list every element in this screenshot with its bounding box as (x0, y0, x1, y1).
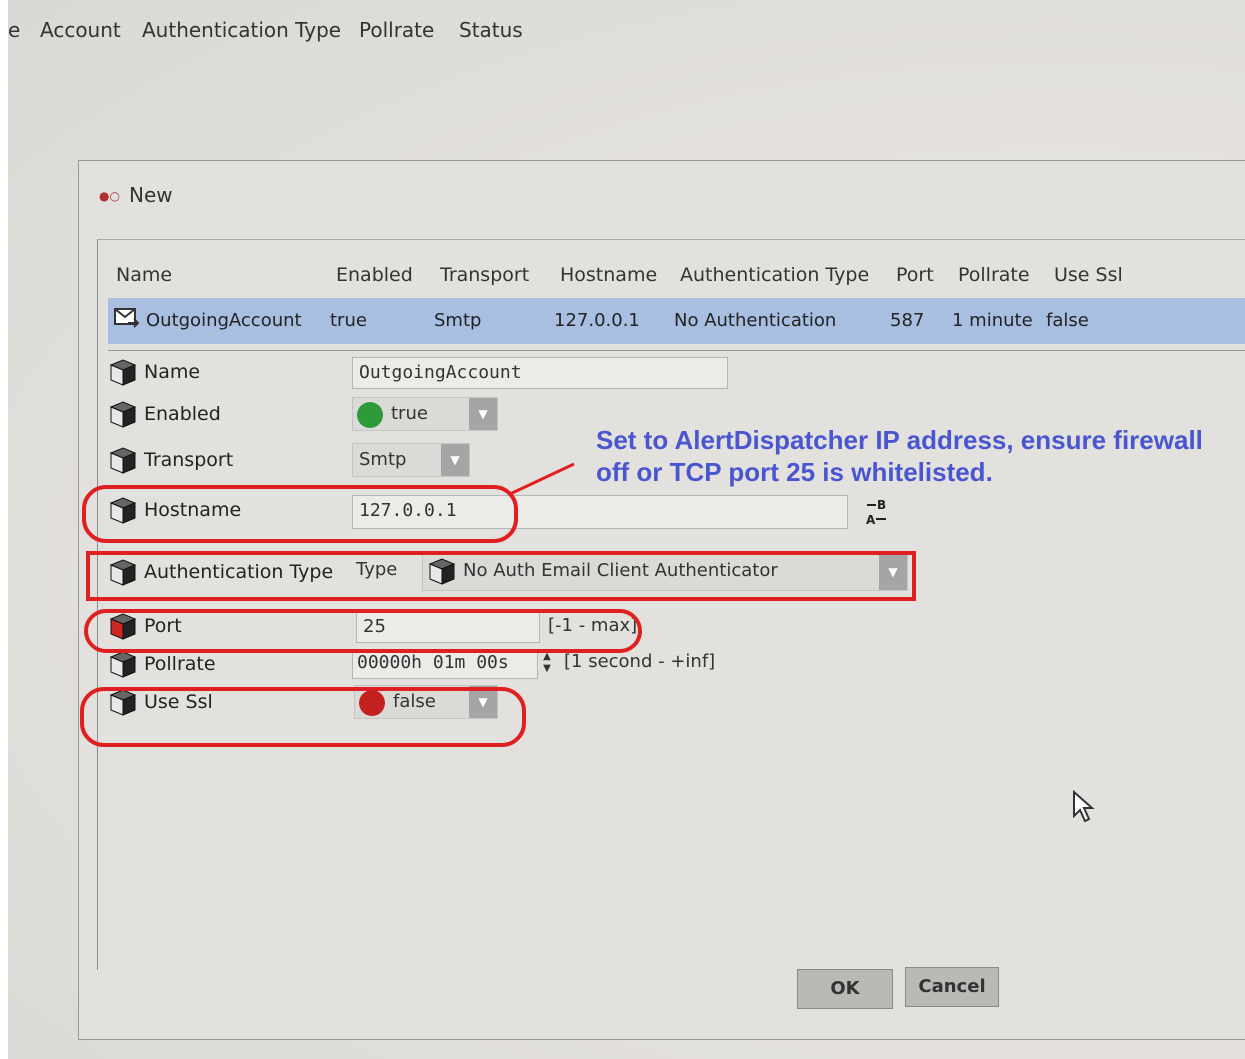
header-enabled[interactable]: Enabled (336, 264, 413, 286)
annotation-note: Set to AlertDispatcher IP address, ensur… (596, 424, 1203, 488)
header-use-ssl[interactable]: Use Ssl (1054, 264, 1123, 286)
cube-icon (109, 651, 137, 678)
table-row[interactable]: OutgoingAccount true Smtp 127.0.0.1 No A… (108, 298, 1245, 344)
status-green-icon (357, 402, 383, 428)
cancel-button[interactable]: Cancel (905, 967, 999, 1007)
dialog-icon: ●○ (99, 189, 120, 203)
column-header[interactable]: e (8, 18, 20, 42)
highlight-port (84, 609, 642, 653)
enabled-value: true (391, 403, 428, 424)
pollrate-range: [1 second - +inf] (564, 651, 716, 672)
header-name[interactable]: Name (116, 264, 172, 286)
highlight-authentication-type (86, 551, 916, 601)
dialog-title: New (129, 183, 173, 207)
chevron-down-icon[interactable]: ▼ (441, 444, 469, 476)
pollrate-input[interactable]: 00000h 01m 00s (352, 649, 538, 679)
mouse-cursor-icon (1073, 790, 1095, 823)
cell-pollrate: 1 minute (952, 310, 1033, 331)
prop-label: Pollrate (144, 653, 216, 675)
cell-use-ssl: false (1046, 310, 1089, 331)
header-transport[interactable]: Transport (440, 264, 529, 286)
cell-transport: Smtp (434, 310, 482, 331)
cube-icon (109, 359, 137, 386)
column-header-pollrate[interactable]: Pollrate (359, 18, 434, 42)
prop-label: Name (144, 361, 201, 383)
cell-port: 587 (890, 310, 925, 331)
chevron-down-icon[interactable]: ▼ (469, 398, 497, 430)
header-port[interactable]: Port (896, 264, 934, 286)
highlight-use-ssl (80, 687, 526, 747)
annotation-line-2: off or TCP port 25 is whitelisted. (596, 457, 993, 487)
svg-text:B: B (877, 498, 886, 512)
prop-label: Enabled (144, 403, 221, 425)
cell-hostname: 127.0.0.1 (554, 310, 640, 331)
enabled-select[interactable]: true ▼ (352, 397, 498, 431)
email-account-icon (114, 308, 140, 328)
header-pollrate[interactable]: Pollrate (958, 264, 1030, 286)
text-transform-icon[interactable]: B A (864, 497, 894, 527)
transport-value: Smtp (359, 449, 407, 470)
cube-icon (109, 401, 137, 428)
cell-authentication-type: No Authentication (674, 310, 837, 331)
ok-button[interactable]: OK (797, 969, 893, 1009)
screen: e Account Authentication Type Pollrate S… (8, 0, 1245, 1059)
cell-enabled: true (330, 310, 367, 331)
spinner-icon[interactable]: ▲ ▼ (540, 651, 554, 677)
prop-pollrate: Pollrate 00000h 01m 00s ▲ ▼ [1 second - +… (108, 647, 1245, 687)
cell-name: OutgoingAccount (146, 310, 302, 331)
annotation-line-1: Set to AlertDispatcher IP address, ensur… (596, 425, 1203, 455)
account-table-header: Name Enabled Transport Hostname Authenti… (110, 254, 1245, 294)
svg-text:A: A (866, 513, 876, 527)
column-header-account[interactable]: Account (40, 18, 121, 42)
highlight-hostname (82, 485, 518, 543)
header-hostname[interactable]: Hostname (560, 264, 657, 286)
prop-name: Name OutgoingAccount (108, 355, 1245, 395)
column-header-status[interactable]: Status (459, 18, 523, 42)
dialog-content: Name Enabled Transport Hostname Authenti… (97, 239, 1245, 970)
header-authentication-type[interactable]: Authentication Type (680, 264, 869, 286)
prop-label: Transport (144, 449, 234, 471)
name-input[interactable]: OutgoingAccount (352, 357, 728, 389)
column-header-authentication-type[interactable]: Authentication Type (142, 18, 341, 42)
cube-icon (109, 447, 137, 474)
transport-select[interactable]: Smtp ▼ (352, 443, 470, 477)
